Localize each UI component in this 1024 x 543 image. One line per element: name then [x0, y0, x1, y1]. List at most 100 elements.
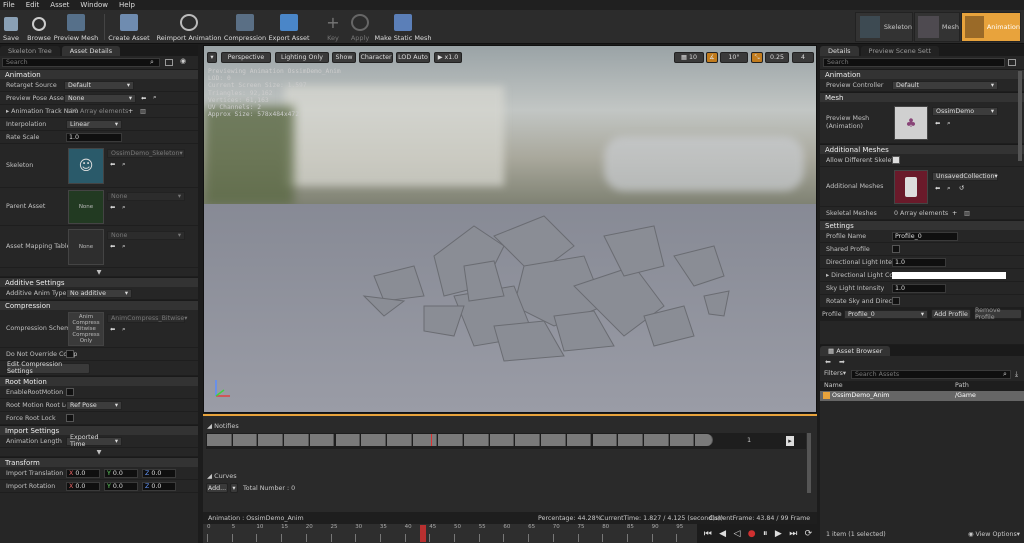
- section-transform[interactable]: Transform: [0, 457, 198, 467]
- browse-icon[interactable]: ⌕: [947, 120, 951, 128]
- skeleton-thumbnail[interactable]: ☺: [68, 148, 104, 184]
- mode-animation[interactable]: Animation: [961, 12, 1021, 42]
- scrollbar[interactable]: [807, 433, 811, 493]
- column-name[interactable]: Name: [824, 382, 843, 389]
- profile-dropdown[interactable]: Profile_0 ▾: [844, 309, 928, 319]
- notify-segment[interactable]: [669, 434, 695, 446]
- expand-more-row[interactable]: ▼: [0, 268, 198, 277]
- notify-segment[interactable]: [489, 434, 515, 446]
- retarget-source-dropdown[interactable]: Default ▾: [64, 80, 134, 90]
- lod-auto-button[interactable]: LOD Auto: [396, 52, 430, 63]
- add-profile-button[interactable]: Add Profile: [931, 309, 971, 319]
- notify-segment[interactable]: [361, 434, 386, 446]
- viewport-menu-button[interactable]: ▾: [207, 52, 217, 63]
- step-back-icon[interactable]: ◀: [719, 529, 726, 539]
- mode-skeleton[interactable]: Skeleton: [855, 12, 913, 42]
- edit-compression-button[interactable]: Edit Compression Settings: [6, 361, 90, 375]
- back-arrow-icon[interactable]: ⬅: [825, 358, 831, 366]
- browse-icon[interactable]: ⌕: [153, 94, 157, 102]
- force-root-checkbox[interactable]: [66, 414, 74, 422]
- viewport[interactable]: ▾ Perspective Lighting Only Show Charact…: [203, 45, 817, 413]
- notify-segment[interactable]: [386, 434, 412, 446]
- notify-segment[interactable]: [643, 434, 669, 446]
- rotate-sky-checkbox[interactable]: [892, 297, 900, 305]
- asset-list-item[interactable]: OssimDemo_Anim /Game: [820, 391, 1024, 401]
- profile-name-input[interactable]: Profile_0: [892, 231, 958, 241]
- expand-more-row[interactable]: ▼: [0, 448, 198, 457]
- eye-icon[interactable]: ◉: [180, 57, 186, 65]
- notify-segment[interactable]: [566, 434, 592, 446]
- loop-icon[interactable]: ⟳: [805, 529, 813, 539]
- rate-scale-input[interactable]: 1.0: [66, 132, 122, 142]
- notify-segment[interactable]: [515, 434, 541, 446]
- browse-icon[interactable]: ⌕: [122, 243, 126, 251]
- sky-intensity-input[interactable]: 1.0: [892, 283, 946, 293]
- interpolation-dropdown[interactable]: Linear ▾: [66, 119, 122, 129]
- key-button[interactable]: + Key: [322, 10, 344, 44]
- compression-thumbnail[interactable]: Anim Compress Bitwise Compress Only: [68, 312, 104, 346]
- tab-preview-scene[interactable]: Preview Scene Sett: [860, 46, 940, 56]
- arrow-left-icon[interactable]: ⬅: [141, 95, 146, 102]
- perspective-button[interactable]: Perspective: [221, 52, 271, 63]
- additional-meshes-dropdown[interactable]: UnsavedCollection ▾: [932, 172, 998, 181]
- mode-mesh[interactable]: Mesh: [914, 12, 960, 42]
- dir-color-swatch[interactable]: [892, 271, 1006, 279]
- browse-icon[interactable]: ⌕: [122, 161, 126, 169]
- notify-segment[interactable]: [541, 434, 566, 446]
- grid-view-icon[interactable]: [1008, 59, 1016, 66]
- menu-edit[interactable]: Edit: [26, 1, 40, 9]
- browse-icon[interactable]: ⌕: [122, 326, 126, 334]
- rotation-y-input[interactable]: Y 0.0: [104, 481, 138, 491]
- arrow-left-icon[interactable]: ⬅: [935, 120, 940, 128]
- scale-snap-button[interactable]: 0.25: [765, 52, 789, 63]
- browse-button[interactable]: Browse: [25, 10, 53, 44]
- grid-snap-button[interactable]: ▦ 10: [674, 52, 704, 63]
- curves-header[interactable]: ◢ Curves: [207, 472, 237, 480]
- arrow-left-icon[interactable]: ⬅: [110, 204, 115, 211]
- camera-speed-button[interactable]: 4: [792, 52, 814, 63]
- preview-mesh-button[interactable]: Preview Mesh: [54, 10, 98, 44]
- view-options-button[interactable]: ◉ View Options▾: [968, 531, 1020, 538]
- additional-meshes-thumbnail[interactable]: [894, 170, 928, 204]
- play-reverse-icon[interactable]: ◁: [733, 529, 740, 539]
- asset-search-input[interactable]: Search Assets: [851, 370, 1011, 379]
- make-static-mesh-button[interactable]: Make Static Mesh: [375, 10, 431, 44]
- rotation-z-input[interactable]: Z 0.0: [142, 481, 176, 491]
- section-compression[interactable]: Compression: [0, 300, 198, 310]
- arrow-left-icon[interactable]: ⬅: [110, 326, 115, 333]
- asset-mapping-dropdown[interactable]: None ▾: [107, 231, 185, 240]
- notify-segment[interactable]: [258, 434, 284, 446]
- translation-z-input[interactable]: Z 0.0: [142, 468, 176, 478]
- anim-length-dropdown[interactable]: Exported Time ▾: [66, 434, 122, 448]
- preview-controller-dropdown[interactable]: Default ▾: [892, 80, 998, 90]
- notify-segment[interactable]: [309, 434, 335, 446]
- notifies-header[interactable]: ◢ Notifies: [207, 422, 239, 430]
- section-additive[interactable]: Additive Settings: [0, 277, 198, 287]
- menu-file[interactable]: File: [3, 1, 15, 9]
- notify-segment[interactable]: [232, 434, 258, 446]
- playback-speed-button[interactable]: ▶ x1.0: [434, 52, 462, 63]
- dir-intensity-input[interactable]: 1.0: [892, 257, 946, 267]
- plus-icon[interactable]: +: [952, 210, 957, 217]
- notify-segment[interactable]: [695, 434, 714, 446]
- compression-button[interactable]: Compression: [224, 10, 266, 44]
- dont-override-checkbox[interactable]: [66, 350, 74, 358]
- details-search-input[interactable]: Search: [2, 58, 160, 67]
- arrow-left-icon[interactable]: ⬅: [110, 243, 115, 250]
- skip-start-icon[interactable]: ⏮: [704, 529, 712, 539]
- notify-segment[interactable]: [618, 434, 643, 446]
- tab-skeleton-tree[interactable]: Skeleton Tree: [0, 46, 60, 56]
- additive-type-dropdown[interactable]: No additive ▾: [66, 288, 132, 298]
- arrow-left-icon[interactable]: ⬅: [935, 185, 940, 192]
- skeleton-dropdown[interactable]: OssimDemo_Skeleton ▾: [107, 149, 185, 158]
- parent-asset-dropdown[interactable]: None ▾: [107, 192, 185, 201]
- shared-profile-checkbox[interactable]: [892, 245, 900, 253]
- track-arrow-button[interactable]: ▸: [786, 436, 794, 446]
- notify-segment[interactable]: [412, 434, 438, 446]
- angle-snap-toggle[interactable]: ∡: [706, 52, 718, 63]
- reimport-animation-button[interactable]: Reimport Animation: [157, 10, 221, 44]
- trash-icon[interactable]: ▥: [140, 108, 146, 115]
- notify-segment[interactable]: [335, 434, 361, 446]
- filters-button[interactable]: Filters▾: [824, 370, 846, 377]
- lighting-only-button[interactable]: Lighting Only: [275, 52, 329, 63]
